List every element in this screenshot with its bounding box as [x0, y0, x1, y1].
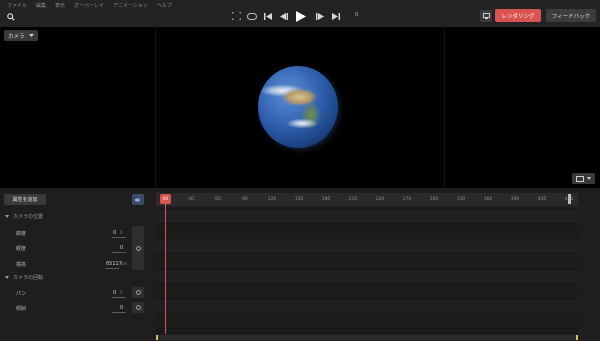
current-frame-readout: 0 — [355, 12, 359, 18]
tick-label: 330 — [456, 197, 466, 202]
tick-label: 90 — [242, 197, 248, 202]
keyframe-diamond-icon[interactable] — [134, 303, 142, 311]
track-row[interactable] — [156, 210, 578, 224]
tick-label: 270 — [402, 197, 412, 202]
longitude-label: 経度 — [16, 246, 27, 252]
chevron-down-icon — [5, 215, 9, 218]
menu-file[interactable]: ファイル — [7, 2, 27, 9]
scrollbar-handle-start[interactable] — [156, 335, 158, 340]
latitude-value[interactable]: 0 — [113, 230, 116, 236]
camera-dropdown-label: カメラ — [8, 33, 25, 40]
view-mode-button[interactable] — [572, 173, 595, 184]
pan-field-underline — [112, 297, 126, 298]
tick-label: 390 — [510, 197, 520, 202]
tick-label: 420 — [537, 197, 547, 202]
track-area[interactable] — [156, 208, 578, 334]
track-row[interactable] — [156, 285, 578, 299]
altitude-label: 標高 — [16, 262, 27, 268]
camera-dropdown[interactable]: カメラ — [4, 30, 38, 41]
track-row[interactable] — [156, 225, 578, 239]
loop-icon[interactable] — [246, 10, 258, 22]
menu-overlay[interactable]: オーバーレイ — [74, 2, 104, 9]
altitude-value[interactable]: 65117 — [106, 261, 122, 267]
step-forward-icon[interactable] — [314, 10, 326, 22]
earth-globe — [258, 66, 338, 148]
track-row[interactable] — [156, 300, 578, 314]
track-row[interactable] — [156, 240, 578, 254]
end-marker[interactable] — [568, 194, 571, 204]
feedback-button[interactable]: フィードバック — [546, 9, 596, 22]
fullscreen-icon[interactable] — [230, 10, 242, 22]
playhead-frame-badge[interactable]: 00 — [160, 194, 171, 204]
longitude-value[interactable]: 0 — [120, 245, 123, 251]
tick-label: 150 — [294, 197, 304, 202]
latitude-unit: 0 — [120, 230, 123, 235]
timeline-ruler[interactable]: 30 60 90 120 150 180 210 240 270 300 330… — [156, 193, 578, 206]
tilt-field-underline — [112, 312, 126, 313]
search-icon[interactable] — [7, 13, 15, 21]
track-row[interactable] — [156, 270, 578, 284]
menu-view[interactable]: 表示 — [55, 2, 65, 9]
speaker-icon — [135, 197, 141, 202]
tick-label: 240 — [375, 197, 385, 202]
section-camera-rotation[interactable]: カメラの回転 — [5, 274, 43, 281]
scrollbar-handle-end[interactable] — [576, 335, 578, 340]
screen-icon — [576, 175, 584, 182]
tick-label: 180 — [321, 197, 331, 202]
skip-to-end-icon[interactable] — [330, 10, 342, 22]
keyframe-diamond-icon[interactable] — [134, 244, 142, 252]
tick-label: 360 — [483, 197, 493, 202]
tilt-label: 傾斜 — [16, 306, 27, 312]
menu-edit[interactable]: 編集 — [36, 2, 46, 9]
render-button[interactable]: レンダリング — [495, 9, 541, 22]
guide-line — [155, 27, 156, 188]
chevron-down-icon — [587, 177, 591, 180]
pan-value[interactable]: 0 — [113, 290, 116, 296]
tick-label: 300 — [429, 197, 439, 202]
playhead[interactable] — [165, 204, 166, 334]
altitude-field-underline — [105, 268, 119, 269]
tick-label: 120 — [267, 197, 277, 202]
guide-line — [444, 27, 445, 188]
pan-label: パン — [16, 291, 27, 297]
pan-unit: 0 — [120, 290, 123, 295]
menu-bar: ファイル 編集 表示 オーバーレイ アニメーション ヘルプ 0 レンダリング フ… — [0, 0, 600, 27]
track-row[interactable] — [156, 315, 578, 329]
longitude-field-underline — [112, 252, 126, 253]
add-attribute-button[interactable]: 属性を追加 — [4, 194, 46, 205]
latitude-label: 緯度 — [16, 231, 27, 237]
tilt-value[interactable]: 0 — [120, 305, 123, 311]
section-title: カメラの位置 — [13, 214, 44, 220]
menu-list: ファイル 編集 表示 オーバーレイ アニメーション ヘルプ — [7, 2, 172, 9]
track-row[interactable] — [156, 255, 578, 269]
section-title: カメラの回転 — [13, 275, 44, 281]
tick-label: 60 — [215, 197, 221, 202]
audio-button[interactable] — [132, 194, 144, 205]
chevron-down-icon — [5, 276, 9, 279]
preview-monitor-button[interactable] — [480, 10, 492, 22]
play-icon[interactable] — [294, 10, 308, 22]
skip-to-start-icon[interactable] — [262, 10, 274, 22]
timeline-scrollbar[interactable] — [156, 335, 578, 340]
latitude-field-underline — [112, 237, 126, 238]
playback-controls — [230, 10, 346, 22]
section-camera-position[interactable]: カメラの位置 — [5, 213, 43, 220]
chevron-down-icon — [28, 34, 34, 37]
tick-label: 210 — [348, 197, 358, 202]
monitor-icon — [482, 13, 490, 19]
step-back-icon[interactable] — [278, 10, 290, 22]
menu-animation[interactable]: アニメーション — [113, 2, 148, 9]
viewport[interactable]: カメラ — [0, 27, 600, 188]
menu-help[interactable]: ヘルプ — [157, 2, 172, 9]
altitude-unit: km — [121, 261, 128, 266]
tick-label: 30 — [188, 197, 194, 202]
keyframe-diamond-icon[interactable] — [134, 288, 142, 296]
